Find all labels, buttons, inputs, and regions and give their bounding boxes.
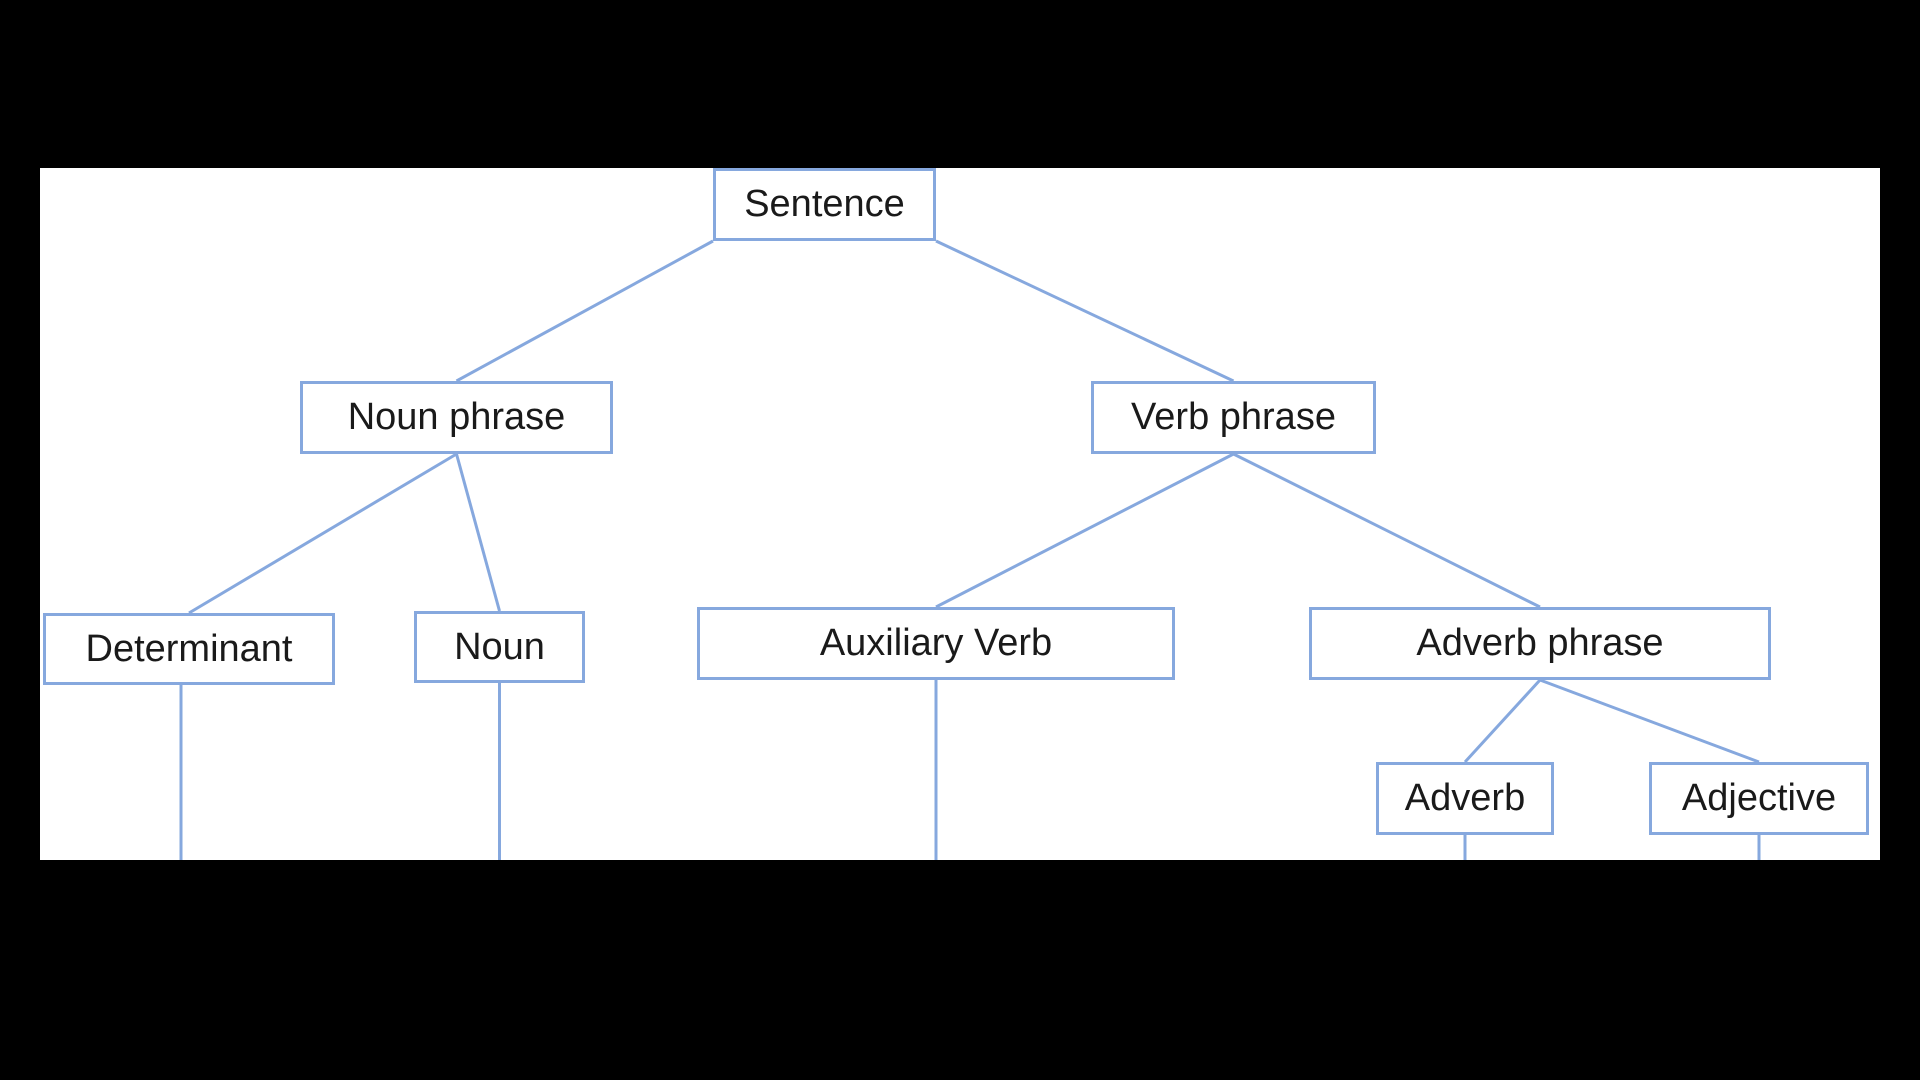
edge-sentence-to-noun-phrase <box>455 239 714 383</box>
edge-noun-phrase-to-determinant <box>188 452 458 615</box>
node-label: Determinant <box>85 627 293 670</box>
node-adverb: Adverb <box>1376 762 1554 835</box>
diagram-canvas: Sentence Noun phrase Verb phrase Determi… <box>40 168 1880 860</box>
edge-verb-phrase-to-adverb-phrase <box>1232 452 1541 609</box>
edge-adverb-phrase-to-adverb <box>1463 678 1542 764</box>
node-noun: Noun <box>414 611 585 683</box>
node-label: Adverb <box>1404 777 1526 819</box>
edge-adverb-phrase-to-adjective <box>1539 678 1760 764</box>
node-label: Auxiliary Verb <box>819 622 1053 664</box>
node-verb-phrase: Verb phrase <box>1091 381 1376 454</box>
node-adverb-phrase: Adverb phrase <box>1309 607 1771 680</box>
node-label: Adverb phrase <box>1416 622 1664 664</box>
node-label: Noun <box>454 625 545 668</box>
node-auxiliary-verb: Auxiliary Verb <box>697 607 1175 680</box>
node-label: Verb phrase <box>1131 396 1336 438</box>
edges-layer <box>179 239 1761 860</box>
edge-sentence-to-verb-phrase <box>935 239 1235 383</box>
node-determinant: Determinant <box>43 613 335 685</box>
node-adjective: Adjective <box>1649 762 1869 835</box>
node-label: Adjective <box>1681 777 1837 819</box>
edge-verb-phrase-to-auxiliary-verb <box>935 452 1235 609</box>
node-label: Sentence <box>744 183 905 225</box>
edge-noun-phrase-to-noun <box>455 453 501 612</box>
node-label: Noun phrase <box>347 396 566 438</box>
node-sentence: Sentence <box>713 168 936 241</box>
node-noun-phrase: Noun phrase <box>300 381 613 454</box>
